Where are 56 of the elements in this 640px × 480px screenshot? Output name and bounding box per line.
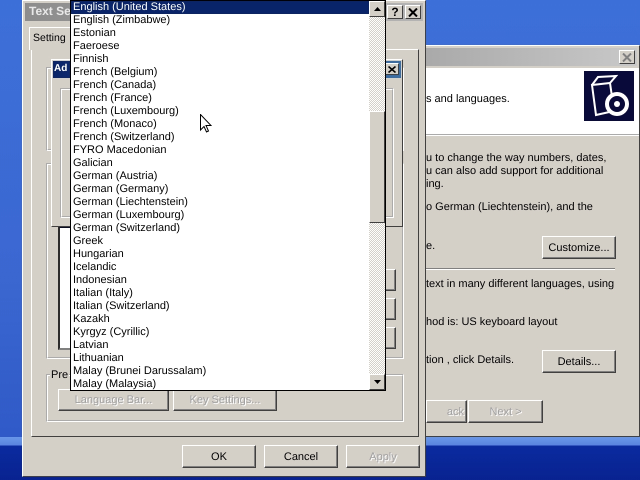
close-icon — [408, 8, 418, 16]
list-item[interactable]: French (Monaco) — [71, 118, 157, 131]
scrollbar[interactable] — [369, 1, 385, 390]
list-item[interactable]: Kyrgyz (Cyrillic) — [71, 326, 150, 339]
list-item[interactable]: Hungarian — [71, 248, 124, 261]
customize-button[interactable]: Customize... — [542, 236, 616, 259]
up-arrow-icon — [374, 7, 380, 11]
window-title: Text Se — [29, 4, 71, 18]
list-item[interactable]: German (Austria) — [71, 170, 158, 183]
list-item[interactable]: Malay (Brunei Darussalam) — [71, 365, 206, 378]
scroll-down-button[interactable] — [369, 374, 385, 390]
help-button[interactable]: ? — [387, 5, 403, 19]
close-button[interactable] — [619, 50, 635, 64]
close-button[interactable] — [385, 63, 399, 75]
list-item[interactable]: Lithuanian — [71, 352, 124, 365]
settings-text: e. — [426, 240, 436, 252]
list-item[interactable]: Italian (Switzerland) — [71, 300, 170, 313]
list-item[interactable]: German (Switzerland) — [71, 222, 180, 235]
list-item[interactable]: English (Zimbabwe) — [71, 14, 170, 27]
list-item[interactable]: German (Luxembourg) — [71, 209, 184, 222]
list-item[interactable]: Indonesian — [71, 274, 127, 287]
list-item[interactable]: French (France) — [71, 92, 152, 105]
header-text: s and languages. — [426, 93, 510, 105]
list-item[interactable]: Latvian — [71, 339, 108, 352]
scroll-up-button[interactable] — [369, 1, 385, 17]
input-method-text: hod is: US keyboard layout — [426, 316, 558, 328]
list-item[interactable]: Galician — [71, 157, 113, 170]
details-button[interactable]: Details... — [542, 350, 616, 373]
list-item[interactable]: English (United States) — [71, 1, 369, 14]
list-item[interactable]: Finnish — [71, 53, 108, 66]
details-text: tion , click Details. — [426, 354, 514, 366]
list-item[interactable]: Malay (Malaysia) — [71, 378, 156, 391]
list-item[interactable]: Kazakh — [71, 313, 110, 326]
cancel-button[interactable]: Cancel — [264, 445, 338, 468]
list-item[interactable]: Icelandic — [71, 261, 116, 274]
group-label: Pre — [50, 369, 70, 381]
settings-text: o German (Liechtenstein), and the — [426, 201, 593, 213]
list-item[interactable]: French (Luxembourg) — [71, 105, 179, 118]
list-item[interactable]: FYRO Macedonian — [71, 144, 167, 157]
scroll-thumb[interactable] — [369, 111, 385, 223]
close-icon — [388, 66, 396, 72]
ok-button[interactable]: OK — [182, 445, 256, 468]
intro-text: u to change the way numbers, dates, u can also add support for additional ing. — [426, 152, 606, 191]
close-icon — [622, 52, 632, 62]
list-item[interactable]: Greek — [71, 235, 103, 248]
list-item[interactable]: German (Germany) — [71, 183, 168, 196]
list-item[interactable]: German (Liechtenstein) — [71, 196, 188, 209]
close-button[interactable] — [405, 5, 421, 19]
list-item[interactable]: French (Switzerland) — [71, 131, 174, 144]
mouse-pointer-icon — [200, 114, 212, 133]
list-item[interactable]: French (Canada) — [71, 79, 156, 92]
list-item[interactable]: Italian (Italy) — [71, 287, 133, 300]
dialog-title: Ad — [54, 63, 68, 74]
list-item[interactable]: French (Belgium) — [71, 66, 158, 79]
down-arrow-icon — [374, 380, 380, 384]
languages-text: text in many different languages, using — [426, 278, 614, 290]
